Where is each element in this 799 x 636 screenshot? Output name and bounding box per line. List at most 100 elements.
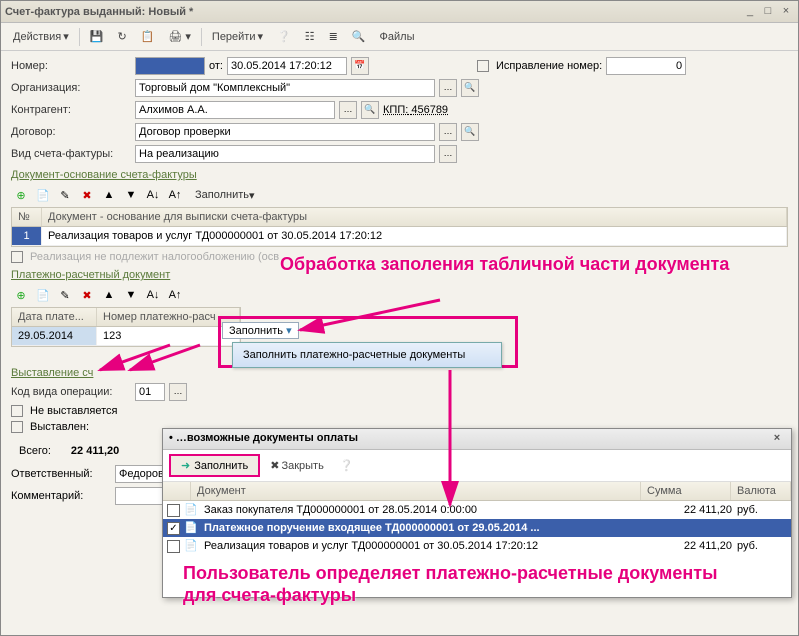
basis-fill-button[interactable]: Заполнить ▾ [187, 187, 263, 204]
payment-fill-button[interactable]: Заполнить ▾ [222, 322, 299, 339]
type-label: Вид счета-фактуры: [11, 148, 131, 160]
contr-input[interactable] [135, 101, 335, 119]
maximize-button[interactable]: □ [760, 5, 776, 19]
sort-desc-icon[interactable]: A↑ [165, 185, 185, 205]
contr-select-button[interactable]: … [339, 101, 357, 119]
org-open-button[interactable]: 🔍 [461, 79, 479, 97]
up-icon[interactable]: ▲ [99, 185, 119, 205]
pay-sort-asc-icon[interactable]: A↓ [143, 285, 163, 305]
total-value: 22 411,20 [71, 445, 119, 457]
org-label: Организация: [11, 82, 131, 94]
number-input[interactable] [135, 57, 205, 75]
basis-section-title: Документ-основание счета-фактуры [11, 169, 788, 181]
issue-section-title: Выставление сч [11, 367, 788, 379]
pay-copy-icon[interactable]: 📄 [33, 285, 53, 305]
files-button[interactable]: Файлы [374, 29, 421, 45]
contr-label: Контрагент: [11, 104, 131, 116]
exempt-label: Реализация не подлежит налогообложению (… [30, 251, 279, 263]
contract-open-button[interactable]: 🔍 [461, 123, 479, 141]
issued-checkbox[interactable] [11, 421, 23, 433]
not-issued-checkbox[interactable] [11, 405, 23, 417]
window-title: Счет-фактура выданный: Новый * [5, 6, 740, 18]
row-checkbox-checked[interactable]: ✓ [167, 522, 180, 535]
go-menu[interactable]: Перейти ▾ [206, 28, 269, 45]
payment-table: Дата плате... Номер платежно-расч 29.05.… [11, 307, 241, 347]
minimize-button[interactable]: _ [742, 5, 758, 19]
correction-label: Исправление номер: [496, 60, 602, 72]
edit-icon[interactable]: ✎ [55, 185, 75, 205]
popup-close-button[interactable]: ✖ Закрыть [264, 457, 330, 474]
popup-row-selected[interactable]: ✓ 📄 Платежное поручение входящее ТД00000… [163, 519, 791, 537]
payment-row[interactable]: 29.05.2014 123 [12, 327, 240, 346]
from-label: от: [209, 60, 223, 72]
op-input[interactable] [135, 383, 165, 401]
date-input[interactable] [227, 57, 347, 75]
print-icon[interactable]: 🖨 ▾ [162, 28, 197, 45]
main-toolbar: Действия ▾ 💾 ↻ 📋 🖨 ▾ Перейти ▾ ❔ ☷ ≣ 🔍 Ф… [1, 23, 798, 51]
comment-label: Комментарий: [11, 490, 111, 502]
pay-col-date: Дата плате... [12, 308, 97, 326]
pay-edit-icon[interactable]: ✎ [55, 285, 75, 305]
exempt-checkbox[interactable] [11, 251, 23, 263]
payment-toolbar: ⊕ 📄 ✎ ✖ ▲ ▼ A↓ A↑ [11, 285, 788, 305]
date-picker-button[interactable]: 📅 [351, 57, 369, 75]
actions-menu[interactable]: Действия ▾ [7, 28, 75, 45]
close-button[interactable]: × [778, 5, 794, 19]
contract-input[interactable] [135, 123, 435, 141]
refresh-icon[interactable]: ↻ [111, 28, 132, 45]
post-icon[interactable]: 📋 [135, 28, 161, 45]
delete-icon[interactable]: ✖ [77, 185, 97, 205]
correction-checkbox[interactable] [477, 60, 489, 72]
payment-section-title: Платежно-расчетный документ [11, 269, 788, 281]
kpp-label: КПП: 456789 [383, 104, 448, 116]
correction-input[interactable] [606, 57, 686, 75]
pay-add-icon[interactable]: ⊕ [11, 285, 31, 305]
popup-row[interactable]: 📄 Реализация товаров и услуг ТД000000001… [163, 537, 791, 555]
pay-sort-desc-icon[interactable]: A↑ [165, 285, 185, 305]
popup-row[interactable]: 📄 Заказ покупателя ТД000000001 от 28.05.… [163, 501, 791, 519]
pay-down-icon[interactable]: ▼ [121, 285, 141, 305]
down-icon[interactable]: ▼ [121, 185, 141, 205]
pay-col-num: Номер платежно-расч [97, 308, 240, 326]
popup-col-doc[interactable]: Документ [191, 482, 641, 500]
org-select-button[interactable]: … [439, 79, 457, 97]
contract-label: Договор: [11, 126, 131, 138]
pay-delete-icon[interactable]: ✖ [77, 285, 97, 305]
row-checkbox[interactable] [167, 504, 180, 517]
add-icon[interactable]: ⊕ [11, 185, 31, 205]
popup-title-text: • …возможные документы оплаты [169, 432, 767, 446]
popup-help-icon[interactable]: ❔ [334, 457, 360, 474]
total-label: Всего: [19, 445, 51, 457]
contract-select-button[interactable]: … [439, 123, 457, 141]
resp-label: Ответственный: [11, 468, 111, 480]
type-select-button[interactable]: … [439, 145, 457, 163]
org-input[interactable] [135, 79, 435, 97]
type-input[interactable] [135, 145, 435, 163]
help-icon[interactable]: ❔ [271, 28, 297, 45]
payment-docs-popup: • …возможные документы оплаты × ➜Заполни… [162, 428, 792, 598]
document-icon: 📄 [184, 521, 200, 535]
popup-close-icon[interactable]: × [769, 432, 785, 446]
popup-col-cur[interactable]: Валюта [731, 482, 791, 500]
titlebar: Счет-фактура выданный: Новый * _ □ × [1, 1, 798, 23]
search-icon[interactable]: 🔍 [346, 28, 372, 45]
copy-icon[interactable]: 📄 [33, 185, 53, 205]
document-icon: 📄 [184, 503, 200, 517]
op-label: Код вида операции: [11, 386, 131, 398]
contr-open-button[interactable]: 🔍 [361, 101, 379, 119]
pay-up-icon[interactable]: ▲ [99, 285, 119, 305]
save-icon[interactable]: 💾 [84, 28, 110, 45]
number-label: Номер: [11, 60, 131, 72]
popup-fill-button[interactable]: ➜Заполнить [169, 454, 260, 477]
row-checkbox[interactable] [167, 540, 180, 553]
popup-col-sum[interactable]: Сумма [641, 482, 731, 500]
document-icon: 📄 [184, 539, 200, 553]
basis-toolbar: ⊕ 📄 ✎ ✖ ▲ ▼ A↓ A↑ Заполнить ▾ [11, 185, 788, 205]
struct-icon[interactable]: ☷ [299, 28, 321, 45]
payment-fill-menu-item[interactable]: Заполнить платежно-расчетные документы [232, 342, 502, 368]
report-icon[interactable]: ≣ [323, 28, 344, 45]
sort-asc-icon[interactable]: A↓ [143, 185, 163, 205]
basis-row[interactable]: 1 Реализация товаров и услуг ТД000000001… [12, 227, 787, 246]
op-select-button[interactable]: … [169, 383, 187, 401]
issued-label: Выставлен: [30, 421, 89, 433]
